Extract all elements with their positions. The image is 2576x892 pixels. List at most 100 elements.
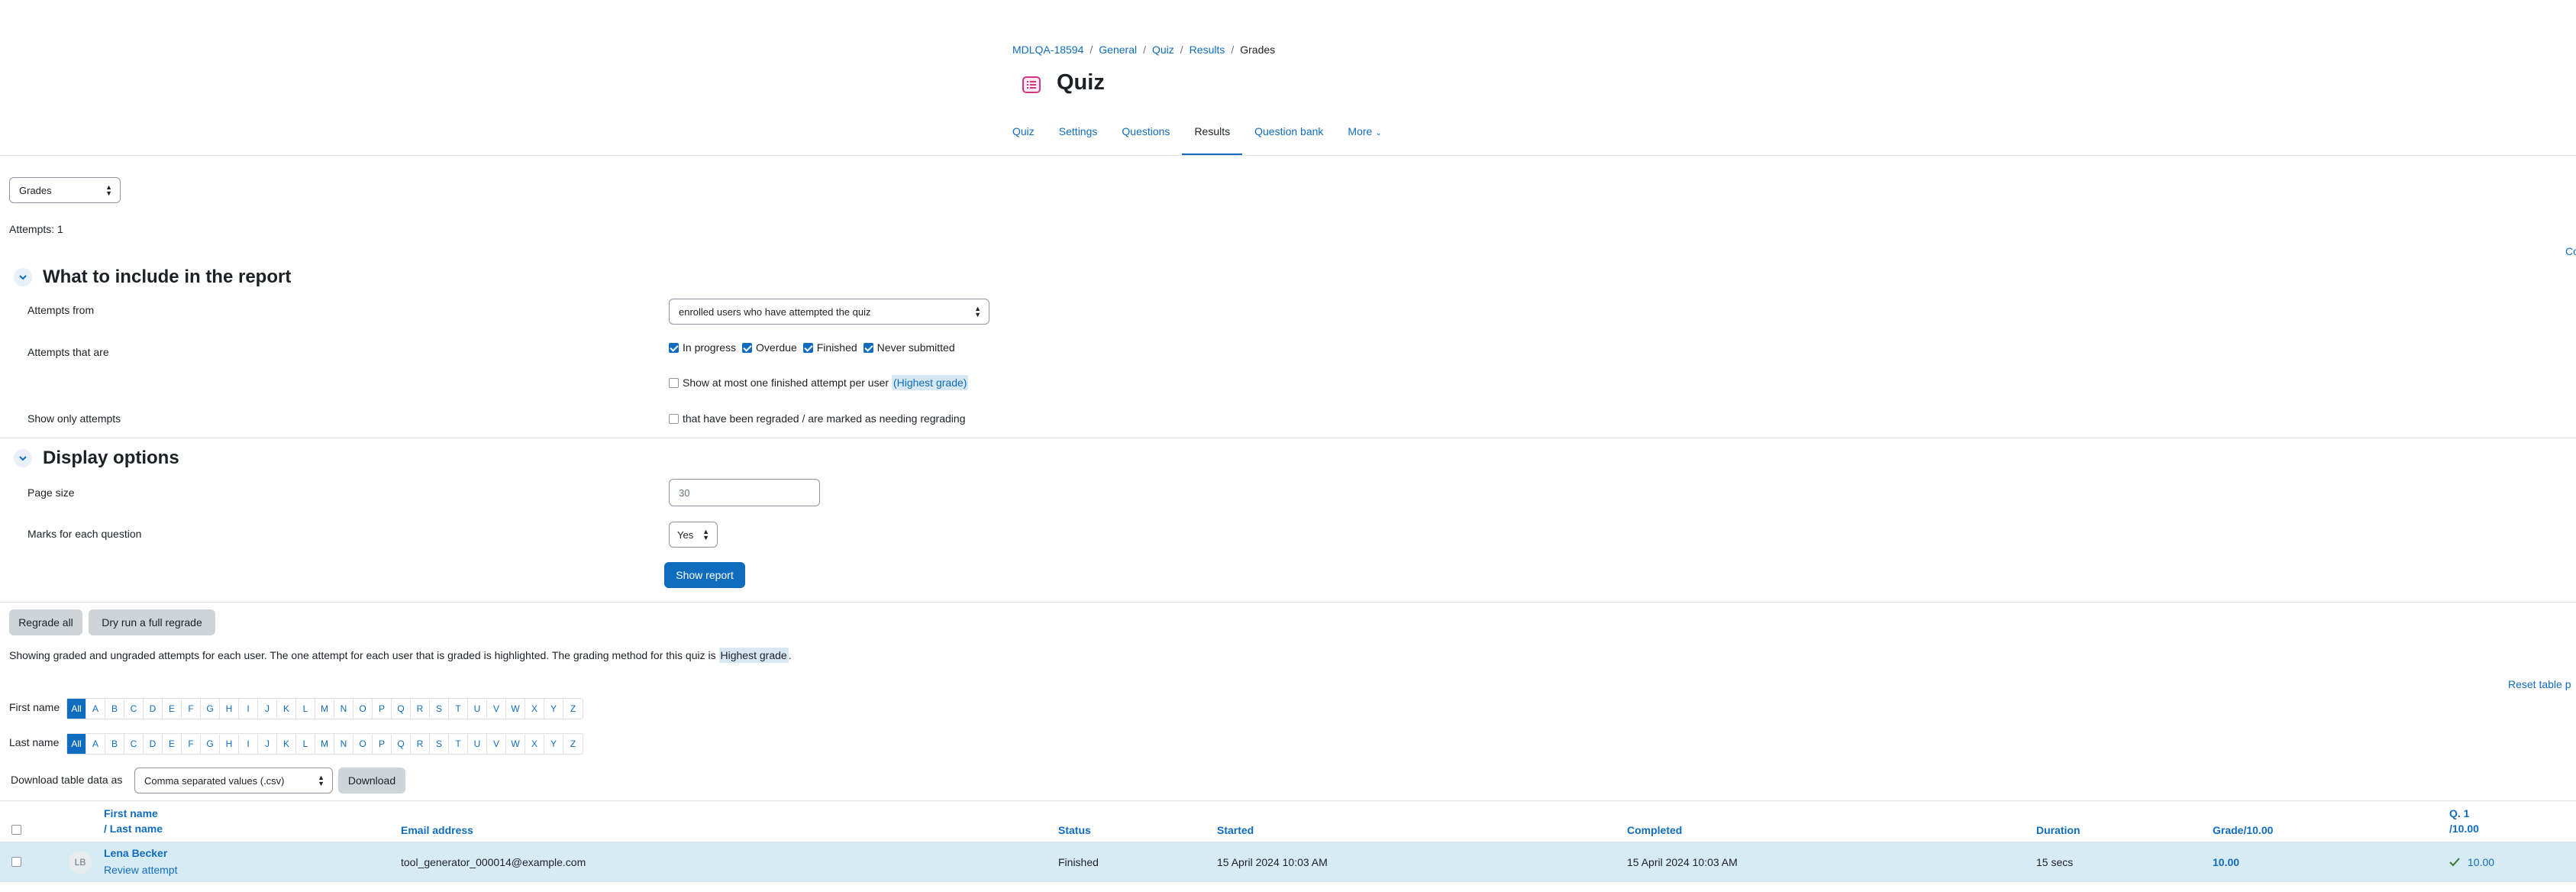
- initial-all[interactable]: All: [67, 734, 86, 754]
- header-duration[interactable]: Duration: [2036, 823, 2080, 838]
- reset-table-preferences-link[interactable]: Reset table p: [2508, 678, 2571, 690]
- initial-letter[interactable]: E: [163, 734, 182, 754]
- state-overdue[interactable]: Overdue: [742, 341, 797, 354]
- initial-letter[interactable]: D: [144, 699, 163, 719]
- header-question-1[interactable]: Q. 1 /10.00: [2449, 806, 2479, 836]
- initial-letter[interactable]: Y: [544, 699, 563, 719]
- checkbox[interactable]: [742, 342, 753, 353]
- section-header-display[interactable]: Display options: [14, 448, 179, 469]
- initial-letter[interactable]: S: [430, 734, 449, 754]
- initial-letter[interactable]: E: [163, 699, 182, 719]
- initial-letter[interactable]: W: [506, 699, 525, 719]
- review-attempt-link[interactable]: Review attempt: [104, 862, 177, 877]
- tab-more[interactable]: More ⌄: [1335, 122, 1393, 156]
- initial-letter[interactable]: B: [105, 699, 124, 719]
- initial-letter[interactable]: H: [220, 699, 239, 719]
- initial-letter[interactable]: T: [449, 734, 468, 754]
- initial-letter[interactable]: C: [124, 734, 144, 754]
- header-completed[interactable]: Completed: [1627, 823, 1682, 838]
- header-first-name[interactable]: First name / Last name: [104, 806, 163, 836]
- dry-run-regrade-button[interactable]: Dry run a full regrade: [89, 609, 215, 635]
- marks-select[interactable]: Yes ▲ ▼: [669, 522, 718, 548]
- initial-letter[interactable]: D: [144, 734, 163, 754]
- tab-question-bank[interactable]: Question bank: [1242, 122, 1335, 156]
- initial-letter[interactable]: J: [258, 699, 277, 719]
- initial-letter[interactable]: B: [105, 734, 124, 754]
- initial-letter[interactable]: F: [182, 734, 201, 754]
- initial-letter[interactable]: A: [86, 699, 105, 719]
- report-type-select[interactable]: Grades ▲ ▼: [9, 177, 121, 203]
- initial-letter[interactable]: L: [296, 699, 315, 719]
- checkbox[interactable]: [863, 342, 873, 353]
- initial-letter[interactable]: Q: [392, 699, 411, 719]
- breadcrumb-section[interactable]: General: [1099, 44, 1137, 56]
- show-report-button[interactable]: Show report: [664, 562, 745, 588]
- initial-letter[interactable]: Z: [563, 699, 583, 719]
- one-attempt-option[interactable]: Show at most one finished attempt per us…: [669, 375, 969, 390]
- initial-letter[interactable]: L: [296, 734, 315, 754]
- initial-letter[interactable]: R: [411, 699, 430, 719]
- tab-quiz[interactable]: Quiz: [1012, 122, 1047, 156]
- breadcrumb-quiz[interactable]: Quiz: [1152, 44, 1174, 56]
- initial-letter[interactable]: Z: [563, 734, 583, 754]
- attempts-from-select[interactable]: enrolled users who have attempted the qu…: [669, 299, 989, 325]
- download-format-select[interactable]: Comma separated values (.csv) ▲ ▼: [134, 768, 333, 793]
- initial-letter[interactable]: G: [201, 734, 220, 754]
- initial-letter[interactable]: V: [487, 699, 506, 719]
- initial-letter[interactable]: O: [353, 734, 373, 754]
- initial-letter[interactable]: K: [277, 734, 296, 754]
- initial-letter[interactable]: Y: [544, 734, 563, 754]
- initial-all[interactable]: All: [67, 699, 86, 719]
- header-grade[interactable]: Grade/10.00: [2213, 823, 2273, 838]
- initial-letter[interactable]: X: [525, 734, 544, 754]
- checkbox[interactable]: [669, 342, 679, 353]
- initial-letter[interactable]: N: [334, 734, 353, 754]
- state-in-progress[interactable]: In progress: [669, 341, 736, 354]
- initial-letter[interactable]: Q: [392, 734, 411, 754]
- breadcrumb-results[interactable]: Results: [1190, 44, 1225, 56]
- checkbox[interactable]: [669, 377, 679, 388]
- user-name-link[interactable]: Lena Becker: [104, 845, 167, 861]
- state-finished[interactable]: Finished: [802, 341, 857, 354]
- initial-letter[interactable]: U: [468, 699, 487, 719]
- checkbox[interactable]: [802, 342, 813, 353]
- tab-settings[interactable]: Settings: [1047, 122, 1110, 156]
- select-all-checkbox[interactable]: [11, 825, 21, 835]
- cell-grade-link[interactable]: 10.00: [2213, 855, 2239, 870]
- initial-letter[interactable]: X: [525, 699, 544, 719]
- checkbox[interactable]: [669, 413, 679, 424]
- page-size-input[interactable]: 30: [669, 479, 820, 506]
- section-header-include[interactable]: What to include in the report: [14, 267, 291, 288]
- regrade-all-button[interactable]: Regrade all: [9, 609, 82, 635]
- question-1-mark-link[interactable]: 10.00: [2468, 855, 2494, 870]
- initial-letter[interactable]: F: [182, 699, 201, 719]
- tab-results[interactable]: Results: [1182, 122, 1242, 156]
- initial-letter[interactable]: G: [201, 699, 220, 719]
- regraded-option[interactable]: that have been regraded / are marked as …: [669, 412, 965, 425]
- initial-letter[interactable]: S: [430, 699, 449, 719]
- initial-letter[interactable]: H: [220, 734, 239, 754]
- state-never-submitted[interactable]: Never submitted: [863, 341, 955, 354]
- initial-letter[interactable]: I: [239, 734, 258, 754]
- initial-letter[interactable]: U: [468, 734, 487, 754]
- initial-letter[interactable]: I: [239, 699, 258, 719]
- header-started[interactable]: Started: [1217, 823, 1254, 838]
- initial-letter[interactable]: A: [86, 734, 105, 754]
- header-status[interactable]: Status: [1058, 823, 1091, 838]
- collapse-all-link[interactable]: Co: [2565, 245, 2576, 257]
- initial-letter[interactable]: N: [334, 699, 353, 719]
- initial-letter[interactable]: K: [277, 699, 296, 719]
- initial-letter[interactable]: T: [449, 699, 468, 719]
- initial-letter[interactable]: M: [315, 734, 334, 754]
- initial-letter[interactable]: J: [258, 734, 277, 754]
- initial-letter[interactable]: C: [124, 699, 144, 719]
- initial-letter[interactable]: P: [373, 734, 392, 754]
- initial-letter[interactable]: O: [353, 699, 373, 719]
- initial-letter[interactable]: V: [487, 734, 506, 754]
- tab-questions[interactable]: Questions: [1109, 122, 1182, 156]
- initial-letter[interactable]: P: [373, 699, 392, 719]
- initial-letter[interactable]: W: [506, 734, 525, 754]
- initial-letter[interactable]: M: [315, 699, 334, 719]
- cell-question-1[interactable]: 10.00: [2449, 855, 2494, 870]
- download-button[interactable]: Download: [338, 768, 405, 793]
